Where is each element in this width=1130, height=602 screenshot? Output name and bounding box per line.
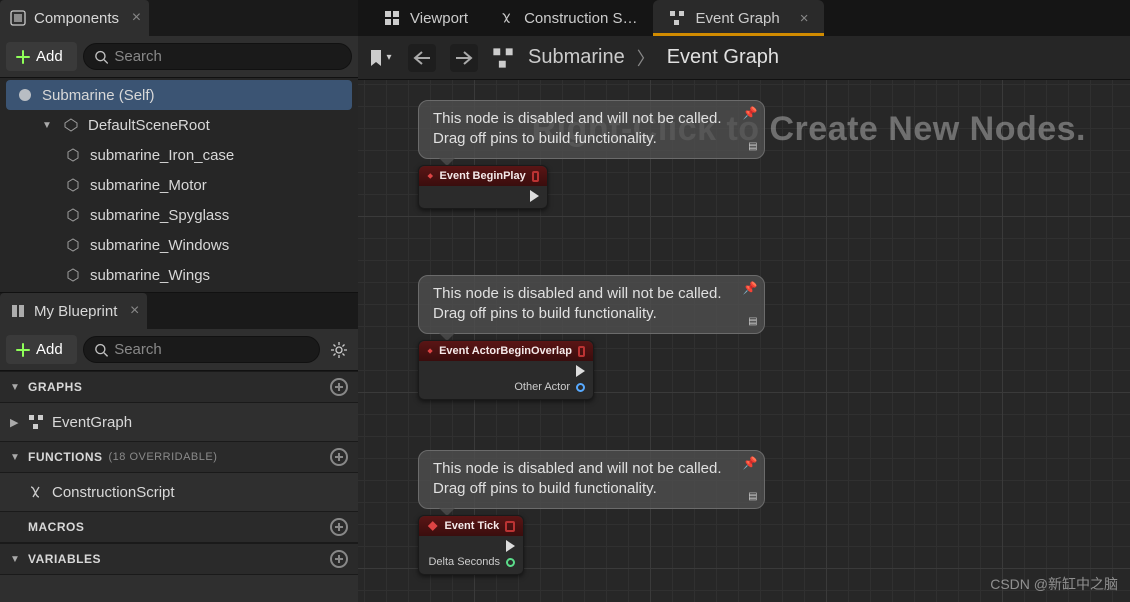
tree-root-label: Submarine (Self) [42,87,155,104]
node-tooltip: This node is disabled and will not be ca… [418,450,765,509]
pin-icon[interactable]: 📌 [743,455,758,471]
section-variables[interactable]: ▼VARIABLES [0,543,358,575]
graph-icon [28,414,44,430]
tree-item[interactable]: submarine_Iron_case [0,140,358,170]
plus-icon [16,50,30,64]
nav-back-button[interactable] [408,44,436,72]
breakpoint-icon[interactable] [532,171,539,182]
blueprint-search[interactable] [83,336,320,363]
watermark: CSDN @新缸中之脑 [990,574,1118,594]
editor-tabs: Viewport Construction S… Event Graph × [358,0,1130,36]
node-event-actorbeginoverlap[interactable]: Event ActorBeginOverlap Other Actor [418,340,594,400]
tree-item[interactable]: submarine_Motor [0,170,358,200]
event-icon [427,344,433,358]
tree-scene-root-label: DefaultSceneRoot [88,117,210,134]
tab-viewport[interactable]: Viewport [368,0,484,36]
mesh-icon [64,176,82,194]
chevron-down-icon[interactable]: ▼ [42,120,54,131]
plus-icon [16,343,30,357]
tree-item[interactable]: submarine_Wings [0,260,358,290]
pin-icon[interactable]: 📌 [743,105,758,121]
graph-icon [492,47,514,69]
components-toolbar: Add [0,36,358,78]
function-item-construction[interactable]: ConstructionScript [0,477,358,507]
blueprint-icon [10,10,26,26]
mesh-icon [64,206,82,224]
event-icon [427,169,434,183]
chevron-right-icon: 〉 [637,45,655,71]
add-function-button[interactable] [330,448,348,466]
expand-icon[interactable]: ▤ [748,490,757,504]
scene-root-icon [62,116,80,134]
expand-icon[interactable]: ▤ [748,140,757,154]
breadcrumb-bar: ▾ Submarine 〉 Event Graph [358,36,1130,80]
gear-icon [330,341,348,359]
close-icon[interactable]: × [130,302,139,320]
node-event-tick[interactable]: Event Tick Delta Seconds [418,515,524,575]
add-variable-button[interactable] [330,550,348,568]
section-graphs[interactable]: ▼GRAPHS [0,371,358,403]
book-icon [10,303,26,319]
chevron-down-icon: ▼ [10,554,22,565]
actor-icon [16,86,34,104]
tab-components[interactable]: Components × [0,0,149,36]
graph-item-eventgraph[interactable]: ▶ EventGraph [0,407,358,437]
section-functions[interactable]: ▼FUNCTIONS(18 OVERRIDABLE) [0,441,358,473]
nav-forward-button[interactable] [450,44,478,72]
mesh-icon [64,266,82,284]
add-label: Add [36,341,63,358]
node-tooltip: This node is disabled and will not be ca… [418,275,765,334]
tab-event-graph[interactable]: Event Graph × [653,0,824,36]
exec-out-pin[interactable] [530,190,539,202]
chevron-down-icon: ▼ [10,452,22,463]
close-icon[interactable]: × [800,10,809,27]
settings-button[interactable] [326,337,352,363]
event-icon [427,519,438,533]
expand-icon[interactable]: ▤ [748,315,757,329]
mesh-icon [64,236,82,254]
exec-out-pin[interactable] [506,540,515,552]
tree-item[interactable]: submarine_Spyglass [0,200,358,230]
add-label: Add [36,48,63,65]
pin-icon[interactable]: 📌 [743,280,758,296]
tab-components-label: Components [34,10,119,27]
bookmark-button[interactable]: ▾ [366,44,394,72]
tree-root[interactable]: Submarine (Self) [6,80,352,110]
components-tree: Submarine (Self) ▼ DefaultSceneRoot subm… [0,78,358,292]
tree-item[interactable]: submarine_Windows [0,230,358,260]
breakpoint-icon[interactable] [505,521,515,532]
my-blueprint-toolbar: Add [0,329,358,371]
close-icon[interactable]: × [132,9,141,27]
node-tooltip: This node is disabled and will not be ca… [418,100,765,159]
breadcrumb[interactable]: Submarine 〉 Event Graph [528,45,779,71]
components-search[interactable] [83,43,352,70]
tab-construction-script[interactable]: Construction S… [484,0,653,36]
node-event-beginplay[interactable]: Event BeginPlay [418,165,548,209]
tree-scene-root[interactable]: ▼ DefaultSceneRoot [0,110,358,140]
exec-out-pin[interactable] [576,365,585,377]
chevron-down-icon: ▼ [10,382,22,393]
viewport-icon [384,10,400,26]
add-graph-button[interactable] [330,378,348,396]
search-input[interactable] [114,48,341,65]
function-icon [500,10,514,26]
other-actor-pin[interactable]: Other Actor [514,381,585,393]
mesh-icon [64,146,82,164]
add-component-button[interactable]: Add [6,42,77,71]
search-input[interactable] [114,341,309,358]
delta-seconds-pin[interactable]: Delta Seconds [428,556,515,568]
tab-my-blueprint[interactable]: My Blueprint × [0,293,147,329]
section-macros[interactable]: MACROS [0,511,358,543]
graph-icon [669,10,685,26]
search-icon [94,342,108,358]
tab-my-blueprint-label: My Blueprint [34,303,117,320]
chevron-right-icon[interactable]: ▶ [10,416,20,429]
search-icon [94,49,109,65]
function-icon [28,484,44,500]
add-blueprint-button[interactable]: Add [6,335,77,364]
event-graph-canvas[interactable]: Right-Click to Create New Nodes. This no… [358,80,1130,602]
breakpoint-icon[interactable] [578,346,585,357]
add-macro-button[interactable] [330,518,348,536]
